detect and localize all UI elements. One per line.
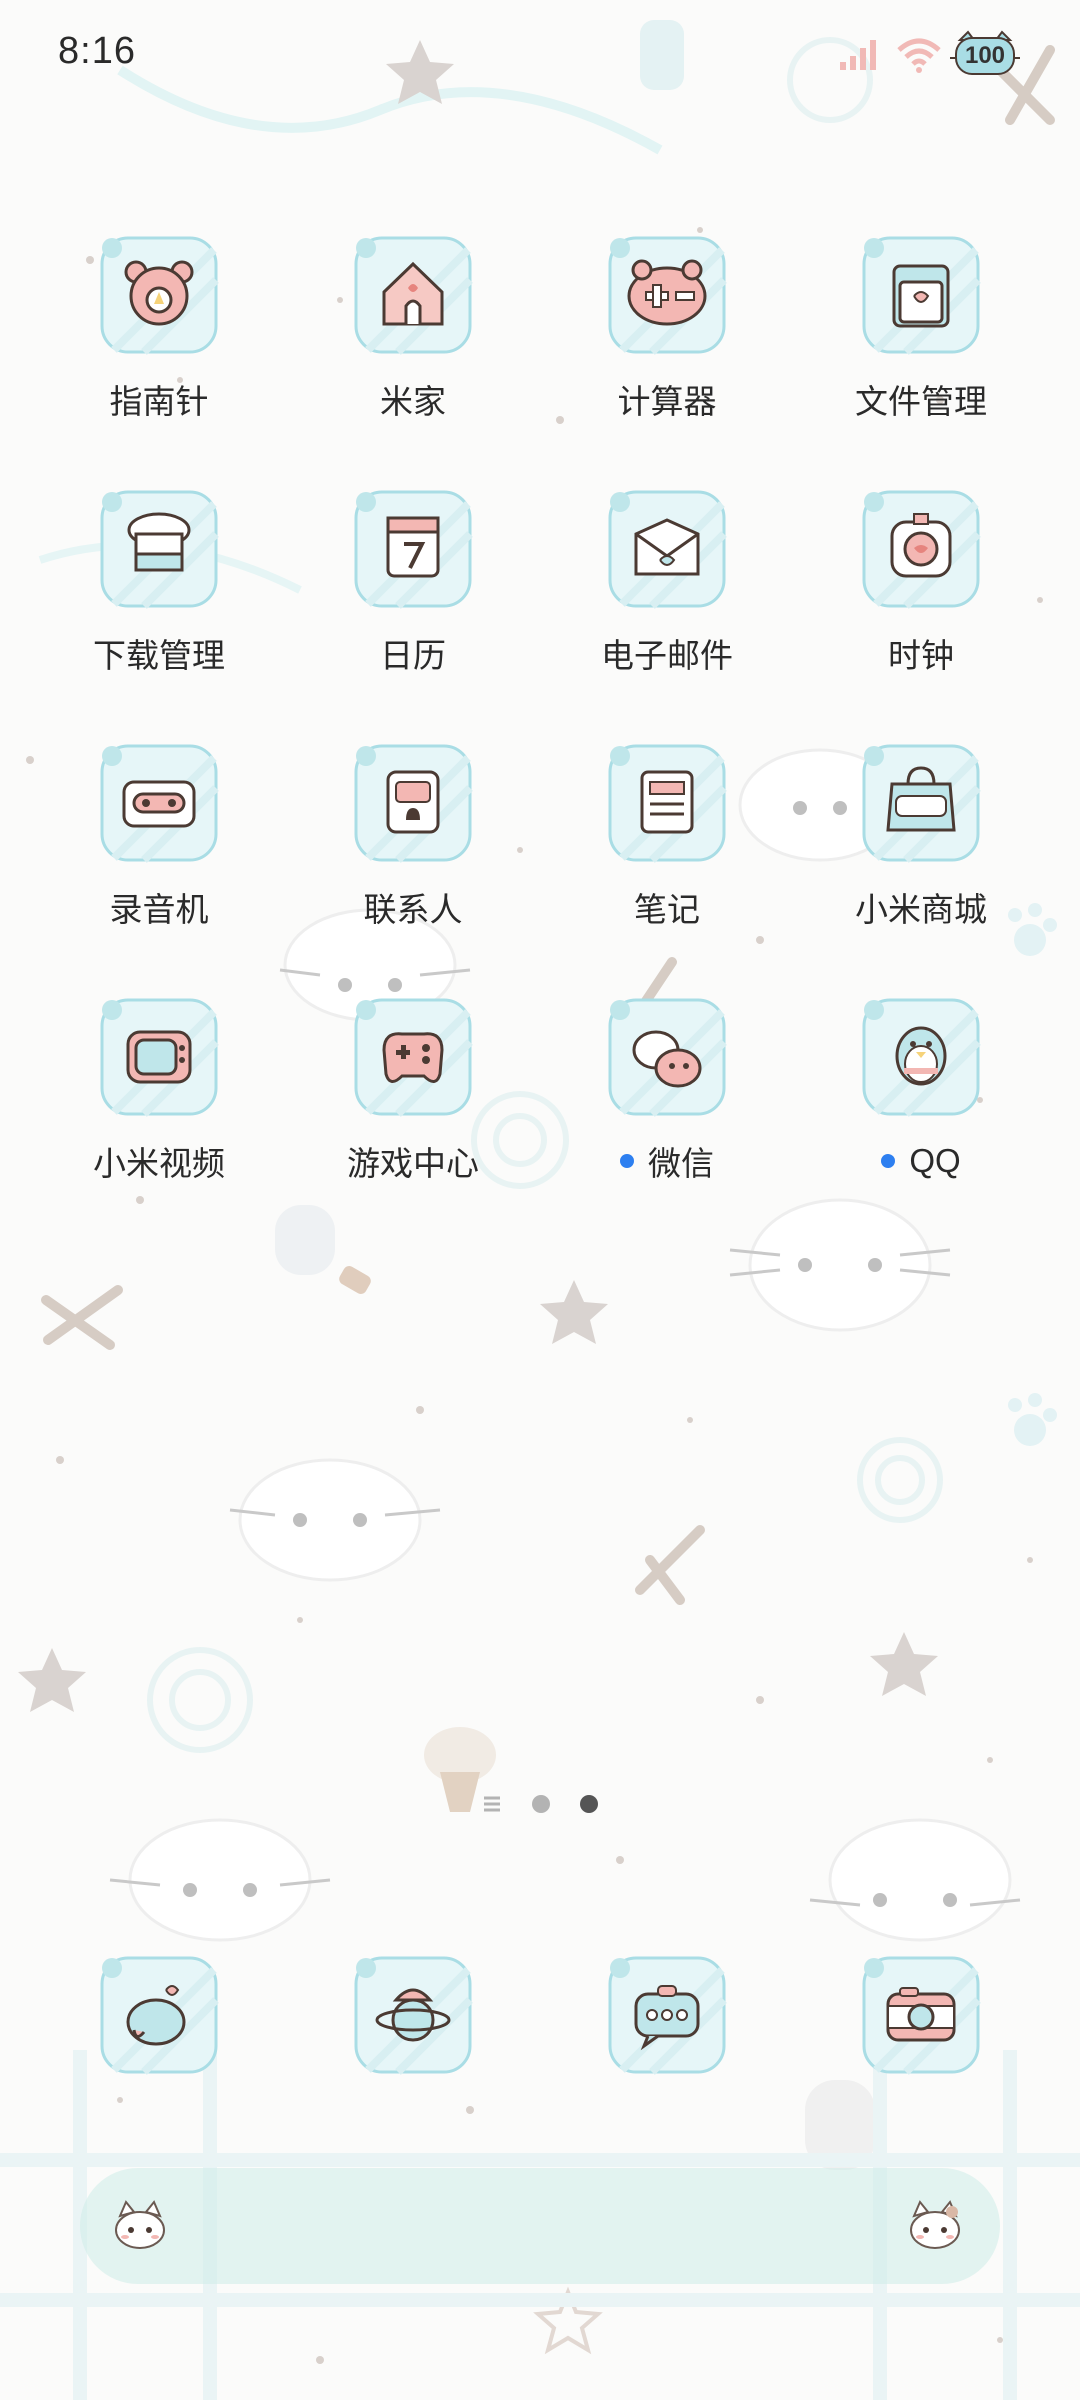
dock-browser[interactable]: [313, 1950, 513, 2080]
app-label: 小米商城: [855, 891, 987, 928]
app-label: 时钟: [888, 637, 954, 674]
email-envelope-icon: [602, 484, 732, 614]
browser-planet-icon: [348, 1950, 478, 2080]
page-dot-active: [580, 1795, 598, 1813]
app-label: 小米视频: [93, 1145, 225, 1182]
page-list-icon: [484, 1796, 500, 1812]
app-grid: 指南针 米家 计算器 文件管理 下载管理 日历 电子邮件 时钟 录音机 联系人 …: [0, 230, 1080, 1246]
notes-icon: [602, 738, 732, 868]
notification-dot: [881, 1154, 896, 1168]
calculator-frog-icon: [602, 230, 732, 360]
wifi-icon: [897, 38, 941, 73]
app-label-wrap: 小米商城: [855, 886, 987, 928]
dock-messages[interactable]: [567, 1950, 767, 2080]
app-label: 指南针: [109, 383, 209, 420]
phone-heart-icon: [94, 1950, 224, 2080]
status-time: 8:16: [58, 30, 136, 72]
app-label: 电子邮件: [601, 637, 733, 674]
calendar-icon: [348, 484, 478, 614]
app-label: 日历: [380, 637, 446, 674]
app-download-manager[interactable]: 下载管理: [59, 484, 259, 738]
file-folder-icon: [856, 230, 986, 360]
mijia-house-icon: [348, 230, 478, 360]
search-bar[interactable]: [80, 2168, 1000, 2284]
shop-bag-icon: [856, 738, 986, 868]
app-label-wrap: 文件管理: [855, 378, 987, 420]
contacts-book-icon: [348, 738, 478, 868]
dock-phone[interactable]: [59, 1950, 259, 2080]
qq-penguin-icon: [856, 992, 986, 1122]
app-label-wrap: 日历: [380, 632, 446, 674]
app-recorder[interactable]: 录音机: [59, 738, 259, 992]
compass-bear-icon: [94, 230, 224, 360]
app-mi-store[interactable]: 小米商城: [821, 738, 1021, 992]
battery-level: 100: [964, 42, 1006, 69]
dock-camera[interactable]: [821, 1950, 1021, 2080]
dock: [0, 1950, 1080, 2080]
app-label: 米家: [380, 383, 446, 420]
app-row: 录音机 联系人 笔记 小米商城: [0, 738, 1080, 992]
app-qq[interactable]: QQ: [821, 992, 1021, 1246]
app-contacts[interactable]: 联系人: [313, 738, 513, 992]
app-label-wrap: 联系人: [364, 886, 463, 928]
app-label: 录音机: [109, 891, 209, 928]
app-label-wrap: 微信: [620, 1140, 714, 1182]
app-label-wrap: 下载管理: [93, 632, 225, 674]
app-label: 下载管理: [93, 637, 225, 674]
app-label-wrap: 笔记: [634, 886, 700, 928]
app-game-center[interactable]: 游戏中心: [313, 992, 513, 1246]
app-row: 下载管理 日历 电子邮件 时钟: [0, 484, 1080, 738]
app-wechat[interactable]: 微信: [567, 992, 767, 1246]
app-clock[interactable]: 时钟: [821, 484, 1021, 738]
cellular-signal-icon: [840, 40, 876, 70]
download-hat-icon: [94, 484, 224, 614]
camera-icon: [856, 1950, 986, 2080]
app-label-wrap: 计算器: [618, 378, 717, 420]
app-row: 小米视频 游戏中心 微信 QQ: [0, 992, 1080, 1246]
app-label-wrap: 指南针: [110, 378, 209, 420]
app-label: 文件管理: [855, 383, 987, 420]
game-controller-icon: [348, 992, 478, 1122]
recorder-cassette-icon: [94, 738, 224, 868]
messages-chat-icon: [602, 1950, 732, 2080]
page-dot: [532, 1795, 550, 1813]
app-label-wrap: 小米视频: [93, 1140, 225, 1182]
app-compass[interactable]: 指南针: [59, 230, 259, 484]
app-calculator[interactable]: 计算器: [567, 230, 767, 484]
app-label-wrap: 米家: [380, 378, 446, 420]
video-tv-icon: [94, 992, 224, 1122]
app-label: 微信: [648, 1145, 714, 1182]
page-indicator[interactable]: [0, 1795, 1080, 1813]
app-label: 游戏中心: [347, 1145, 479, 1182]
app-label: 联系人: [363, 891, 463, 928]
wechat-bubbles-icon: [602, 992, 732, 1122]
app-label-wrap: QQ: [881, 1140, 961, 1182]
app-notes[interactable]: 笔记: [567, 738, 767, 992]
status-bar: 8:16 100: [0, 0, 1080, 120]
app-file-manager[interactable]: 文件管理: [821, 230, 1021, 484]
notification-dot: [620, 1154, 634, 1168]
app-label-wrap: 录音机: [110, 886, 209, 928]
app-label-wrap: 时钟: [888, 632, 954, 674]
kitty-icon: [910, 2200, 960, 2249]
app-mijia[interactable]: 米家: [313, 230, 513, 484]
app-label-wrap: 电子邮件: [601, 632, 733, 674]
app-label: 笔记: [634, 891, 700, 928]
app-label-wrap: 游戏中心: [347, 1140, 479, 1182]
kitty-icon: [115, 2200, 165, 2249]
app-mi-video[interactable]: 小米视频: [59, 992, 259, 1246]
app-email[interactable]: 电子邮件: [567, 484, 767, 738]
clock-icon: [856, 484, 986, 614]
app-label: 计算器: [617, 383, 717, 420]
app-label: QQ: [909, 1142, 961, 1179]
app-calendar[interactable]: 日历: [313, 484, 513, 738]
app-row: 指南针 米家 计算器 文件管理: [0, 230, 1080, 484]
